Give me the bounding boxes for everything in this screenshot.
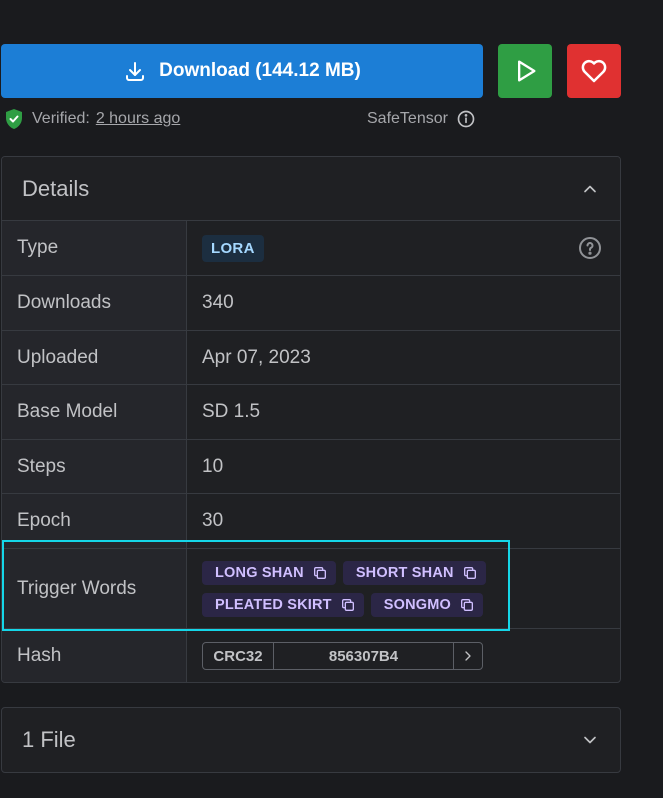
shield-check-icon: [6, 109, 22, 129]
copy-icon[interactable]: [312, 565, 328, 581]
hash-value: CRC32 856307B4: [187, 629, 620, 682]
details-header[interactable]: Details: [2, 157, 620, 221]
download-icon: [126, 62, 145, 81]
trigger-words-list: LONG SHAN SHORT SHAN PLEATED SKIRT SONGM…: [202, 551, 502, 627]
trigger-word-text: PLEATED SKIRT: [215, 596, 332, 613]
hash-type: CRC32: [203, 643, 274, 669]
favorite-button[interactable]: [567, 44, 621, 98]
trigger-words-label: Trigger Words: [2, 549, 187, 628]
epoch-label: Epoch: [2, 494, 187, 548]
heart-icon: [581, 59, 607, 83]
hash-next-button[interactable]: [454, 643, 482, 669]
type-badge: LORA: [202, 234, 264, 262]
row-epoch: Epoch 30: [2, 494, 620, 549]
trigger-words-value: LONG SHAN SHORT SHAN PLEATED SKIRT SONGM…: [187, 549, 620, 628]
trigger-word-text: SHORT SHAN: [355, 564, 454, 581]
verified-prefix: Verified:: [32, 110, 90, 127]
details-panel: Details Type LORA Downloads 340 Uploaded…: [1, 156, 621, 683]
verified-time-link[interactable]: 2 hours ago: [96, 110, 181, 128]
base-model-label: Base Model: [2, 385, 187, 439]
chevron-up-icon[interactable]: [580, 179, 600, 199]
row-type: Type LORA: [2, 221, 620, 276]
verified-status: Verified: 2 hours ago: [2, 106, 180, 132]
download-label: Download (144.12 MB): [159, 60, 361, 81]
downloads-value: 340: [202, 292, 234, 313]
row-trigger-words: Trigger Words LONG SHAN SHORT SHAN PLEAT…: [2, 549, 620, 629]
play-icon: [518, 60, 536, 82]
info-icon[interactable]: [456, 109, 476, 129]
uploaded-value: Apr 07, 2023: [202, 346, 311, 368]
chevron-right-icon: [465, 651, 471, 661]
details-title: Details: [22, 175, 90, 201]
uploaded-label: Uploaded: [2, 331, 187, 384]
type-label: Type: [2, 221, 187, 275]
copy-icon[interactable]: [459, 597, 475, 613]
file-meta: Verified: 2 hours ago SafeTensor: [0, 106, 622, 132]
steps-value: 10: [202, 455, 224, 477]
trigger-word-chip[interactable]: LONG SHAN: [202, 560, 336, 585]
hash-code[interactable]: 856307B4: [274, 643, 454, 669]
trigger-word-chip[interactable]: SHORT SHAN: [342, 560, 486, 585]
base-model-value: SD 1.5: [202, 401, 261, 422]
copy-icon[interactable]: [340, 597, 356, 613]
files-title: 1 File: [22, 727, 76, 752]
hash-selector: CRC32 856307B4: [202, 642, 483, 670]
trigger-word-text: LONG SHAN: [215, 564, 304, 581]
row-steps: Steps 10: [2, 440, 620, 494]
download-button[interactable]: Download (144.12 MB): [1, 44, 483, 98]
chevron-down-icon[interactable]: [580, 730, 600, 750]
trigger-word-text: SONGMO: [383, 596, 451, 613]
format-text: SafeTensor: [367, 110, 448, 127]
run-button[interactable]: [498, 44, 552, 98]
downloads-label: Downloads: [2, 276, 187, 330]
files-panel-header[interactable]: 1 File: [1, 707, 621, 773]
row-uploaded: Uploaded Apr 07, 2023: [2, 331, 620, 385]
type-value: LORA: [187, 221, 620, 275]
action-bar: Download (144.12 MB): [0, 44, 622, 98]
row-hash: Hash CRC32 856307B4: [2, 629, 620, 682]
help-icon[interactable]: [578, 236, 602, 260]
row-downloads: Downloads 340: [2, 276, 620, 331]
row-base-model: Base Model SD 1.5: [2, 385, 620, 440]
copy-icon[interactable]: [462, 565, 478, 581]
trigger-word-chip[interactable]: PLEATED SKIRT: [202, 592, 364, 617]
steps-label: Steps: [2, 440, 187, 493]
hash-label: Hash: [2, 629, 187, 682]
epoch-value: 30: [202, 510, 224, 531]
format-label: SafeTensor: [367, 106, 476, 132]
trigger-word-chip[interactable]: SONGMO: [370, 592, 483, 617]
